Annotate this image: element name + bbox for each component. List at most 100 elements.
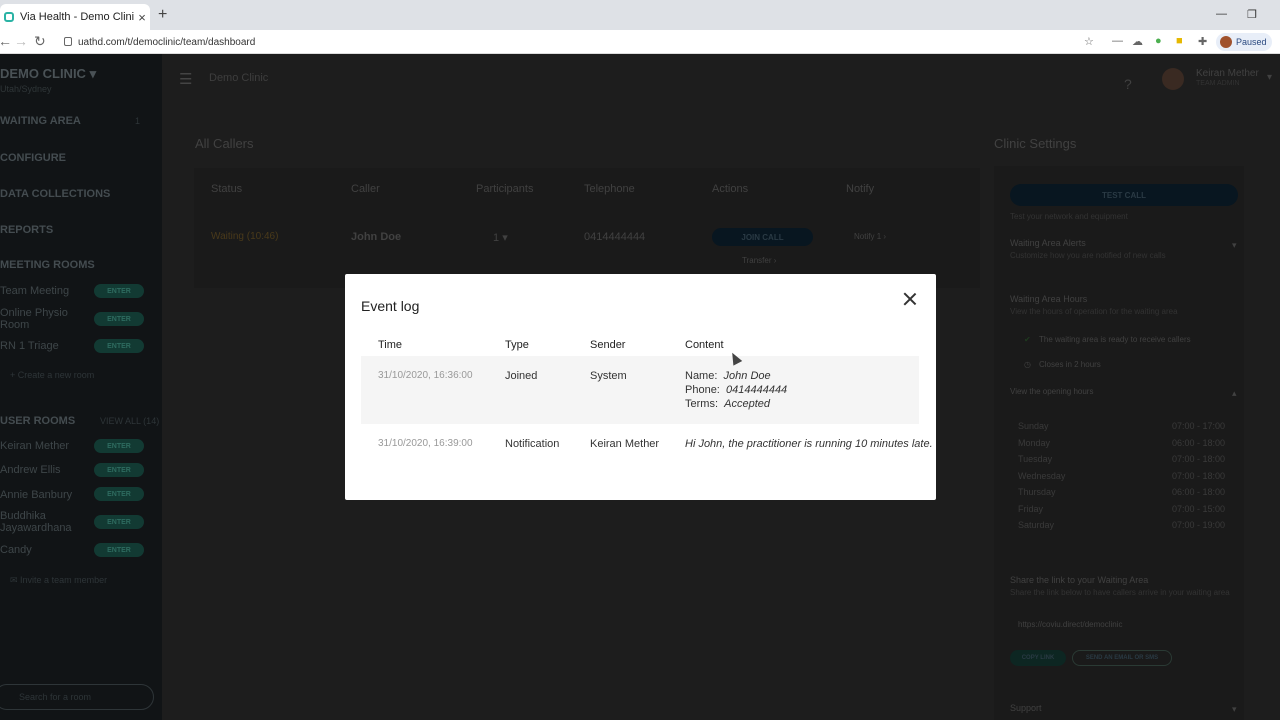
enter-button[interactable]: ENTER [94,439,144,453]
url-text: uathd.com/t/democlinic/team/dashboard [78,36,256,48]
hours-day: Monday [1018,437,1051,448]
invite-member-link[interactable]: ✉ Invite a team member [10,575,107,586]
sidebar: DEMO CLINIC ▾ Utah/Sydney WAITING AREA 1… [0,54,162,720]
event-time: 31/10/2020, 16:39:00 [378,438,473,449]
back-arrow-icon[interactable]: ← [0,33,12,49]
alerts-sub: Customize how you are notified of new ca… [1010,251,1166,260]
event-content-name: Name: John Doe [685,370,771,382]
user-role: TEAM ADMIN [1196,80,1240,87]
user-room-item: Candy [0,544,32,556]
terms-label: Terms: [685,398,718,410]
user-room-item: Keiran Mether [0,440,70,452]
room-search-input[interactable]: Search for a room [0,684,154,710]
transfer-link[interactable]: Transfer › [742,256,776,265]
puzzle-icon[interactable]: ✚ [1198,35,1207,48]
check-icon: ✔ [1024,335,1031,344]
hours-day: Thursday [1018,487,1056,497]
hours-time: 06:00 - 18:00 [1172,437,1226,448]
hours-time: 06:00 - 18:00 [1172,487,1226,497]
chevron-down-icon: ▾ [89,66,97,81]
test-call-sub: Test your network and equipment [1010,212,1128,221]
phone-label: Phone: [685,384,720,396]
clock-icon: ◷ [1024,360,1031,369]
profile-paused-button[interactable]: Paused [1216,33,1272,51]
user-rooms-heading: USER ROOMS [0,415,76,427]
nav-configure[interactable]: CONFIGURE [0,152,66,164]
participants-count: 1 [493,232,500,244]
notify-button[interactable]: Notify 1 › [854,232,886,241]
alerts-title[interactable]: Waiting Area Alerts [1010,238,1086,248]
send-invite-button[interactable]: SEND AN EMAIL OR SMS [1072,650,1172,666]
enter-button[interactable]: ENTER [94,487,144,501]
enter-button[interactable]: ENTER [94,515,144,529]
nav-reports[interactable]: REPORTS [0,224,53,236]
reload-icon[interactable]: ↻ [34,33,46,50]
col-time: Time [378,339,403,351]
chevron-down-icon: ▾ [502,232,508,244]
hours-day: Sunday [1018,421,1049,431]
tab-title: Via Health - Demo Clinic [20,11,134,23]
chevron-down-icon[interactable]: ▾ [1232,240,1237,251]
transfer-label: Transfer [742,256,772,265]
hours-title: Waiting Area Hours [1010,294,1088,304]
phone-value: 0414444444 [726,384,788,396]
favicon-icon [4,12,14,22]
terms-value: Accepted [724,398,770,410]
room-item: RN 1 Triage [0,340,59,352]
url-field[interactable]: uathd.com/t/democlinic/team/dashboard [60,33,1108,51]
cloud-icon[interactable]: ☁ [1132,35,1143,48]
forward-arrow-icon[interactable]: → [14,33,28,49]
nav-waiting-area[interactable]: WAITING AREA [0,115,81,127]
hours-day: Tuesday [1018,454,1053,464]
enter-button[interactable]: ENTER [94,312,144,326]
event-sender: System [590,370,627,382]
test-call-button[interactable]: TEST CALL [1010,184,1238,206]
clinic-name: DEMO CLINIC [0,66,86,81]
enter-button[interactable]: ENTER [94,463,144,477]
chevron-up-icon[interactable]: ▴ [1232,388,1237,399]
help-icon[interactable]: ? [1124,76,1132,92]
lock-icon [64,37,72,46]
hours-time: 07:00 - 19:00 [1172,520,1226,530]
view-all-link[interactable]: VIEW ALL (14) [100,416,159,426]
new-tab-icon[interactable]: + [158,6,167,24]
user-avatar[interactable] [1162,68,1184,90]
nav-data-collections[interactable]: DATA COLLECTIONS [0,188,110,200]
event-content-phone: Phone: 0414444444 [685,384,787,396]
invite-label: Invite a team member [20,575,108,585]
modal-title: Event log [361,298,420,314]
event-sender: Keiran Mether [590,438,660,450]
user-name: Keiran Mether [1196,68,1259,79]
join-call-button[interactable]: JOIN CALL [712,228,813,246]
extension-dash-icon[interactable]: ― [1112,35,1123,47]
close-icon[interactable] [903,292,917,306]
star-icon[interactable]: ☆ [1084,35,1094,48]
col-actions: Actions [712,183,749,195]
tab-close-icon[interactable]: × [134,10,150,25]
clinic-switcher[interactable]: DEMO CLINIC ▾ [0,66,96,82]
copy-link-button[interactable]: COPY LINK [1010,650,1066,666]
user-room-item: Buddhika Jayawardhana [0,510,72,534]
chevron-down-icon[interactable]: ▾ [1232,704,1237,715]
enter-button[interactable]: ENTER [94,284,144,298]
name-value: John Doe [723,370,771,382]
share-link-field[interactable]: https://coviu.direct/democlinic [1018,620,1123,629]
restore-icon[interactable]: ❐ [1247,8,1257,21]
create-room-link[interactable]: + Create a new room [10,370,94,380]
enter-button[interactable]: ENTER [94,543,144,557]
support-title[interactable]: Support [1010,703,1042,713]
hours-time: 07:00 - 17:00 [1172,421,1226,431]
participants-dropdown[interactable]: 1 ▾ [493,231,508,244]
folder-icon[interactable]: ■ [1176,35,1183,47]
enter-button[interactable]: ENTER [94,339,144,353]
minimize-icon[interactable]: — [1216,8,1227,20]
menu-icon[interactable]: ☰ [179,70,192,88]
caller-name: John Doe [351,231,402,243]
browser-tab[interactable]: Via Health - Demo Clinic × [0,4,150,30]
android-icon[interactable]: ● [1155,35,1162,47]
ready-status: The waiting area is ready to receive cal… [1039,335,1191,344]
event-time: 31/10/2020, 16:36:00 [378,370,473,381]
callers-title: All Callers [195,136,254,151]
chevron-down-icon[interactable]: ▾ [1267,72,1272,83]
view-hours-toggle[interactable]: View the opening hours [1010,387,1093,396]
